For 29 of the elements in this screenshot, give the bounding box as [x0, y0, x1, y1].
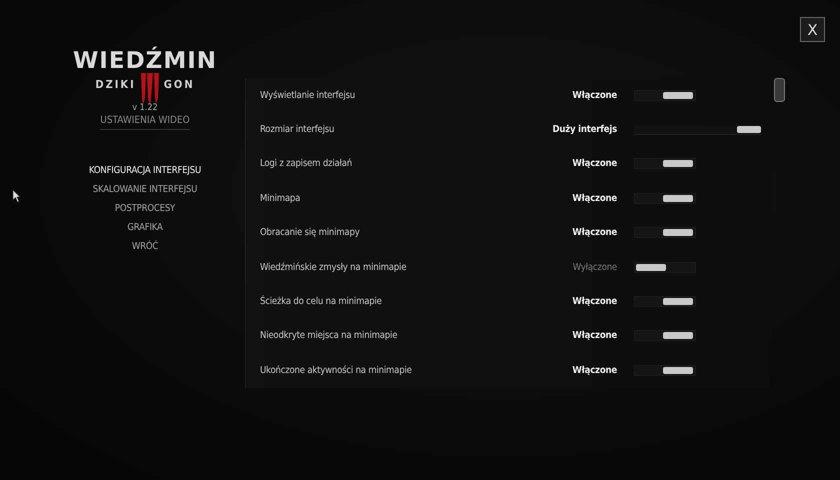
setting-label: Nieodkryte miejsca na minimapie	[260, 330, 398, 342]
setting-label: Wyświetlanie interfejsu	[260, 90, 356, 101]
menu-item[interactable]: POSTPROCESY	[114, 202, 176, 216]
setting-value: Włączone	[571, 330, 617, 342]
setting-value: Włączone	[571, 90, 617, 101]
logo-subtitle: GON	[164, 78, 195, 91]
setting-value: Duży interfejs	[552, 124, 617, 136]
setting-value: Wyłączone	[572, 262, 617, 273]
setting-value: Włączone	[571, 364, 617, 376]
setting-label: Minimapa	[260, 192, 302, 204]
setting-label: Ścieżka do celu na minimapie	[260, 296, 383, 308]
menu-item[interactable]: WRÓĆ	[132, 240, 158, 254]
setting-label: Logi z zapisem działań	[260, 158, 354, 170]
section-title: USTAWIENIA WIDEO	[100, 115, 190, 130]
setting-value: Włączone	[571, 192, 617, 204]
logo-subtitle: DZIKI	[95, 78, 136, 91]
setting-value: Włączone	[571, 227, 617, 238]
setting-label: Ukończone aktywności na minimapie	[260, 364, 413, 376]
menu-item[interactable]: KONFIGURACJA INTERFEJSU	[88, 164, 202, 178]
setting-value: Włączone	[571, 158, 617, 170]
version-label: v 1.22	[132, 103, 158, 113]
setting-value: Włączone	[571, 296, 617, 308]
game-logo-title: WIEDŹMIN	[72, 48, 218, 74]
menu-item[interactable]: SKALOWANIE INTERFEJSU	[92, 183, 198, 197]
setting-label: Rozmiar interfejsu	[260, 124, 336, 136]
setting-label: Obracanie się minimapy	[260, 227, 361, 238]
setting-label: Wiedźmińskie zmysły na minimapie	[260, 262, 408, 273]
menu-item[interactable]: GRAFIKA	[127, 221, 163, 235]
close-button[interactable]: X	[800, 17, 825, 42]
